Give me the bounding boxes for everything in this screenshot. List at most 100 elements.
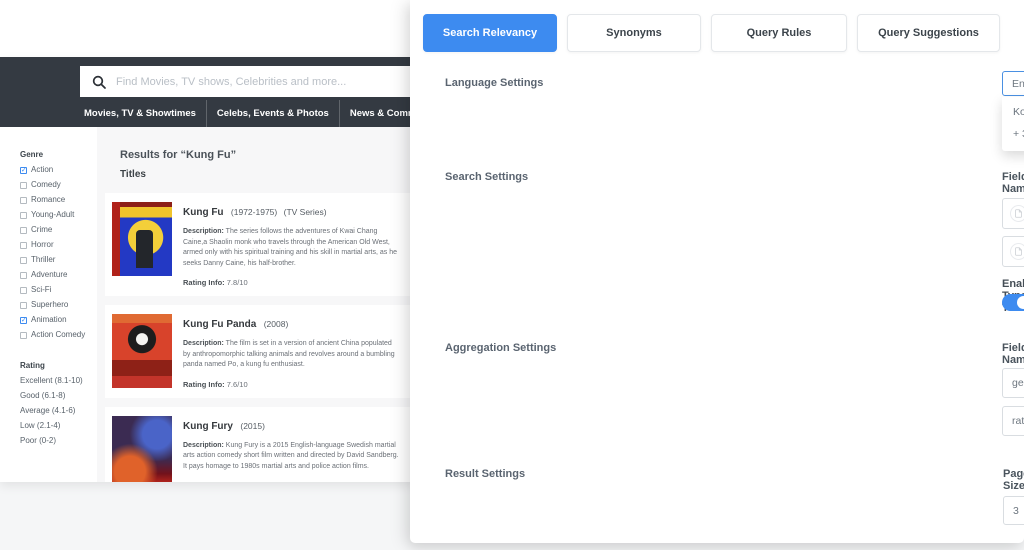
rating-filter-poor[interactable]: Poor (0-2) (20, 437, 97, 445)
language-option-more[interactable]: + 38 other languages (1002, 123, 1024, 145)
kung-fu-1972-poster (112, 202, 172, 276)
movie-type: (TV Series) (283, 207, 327, 217)
rating-filter-low[interactable]: Low (2.1-4) (20, 422, 97, 430)
rating-filter-excellent[interactable]: Excellent (8.1-10) (20, 377, 97, 385)
rating-value: 8.3/10 (227, 481, 248, 482)
checkbox-icon[interactable] (20, 181, 27, 189)
search-settings-label: Search Settings (445, 171, 529, 183)
genre-filter-crime[interactable]: Crime (20, 226, 97, 234)
result-card-kung-fu-panda[interactable]: Kung Fu Panda (2008) Description: The fi… (105, 305, 414, 398)
checkbox-icon[interactable] (20, 271, 27, 279)
nav-celebs-events-photos[interactable]: Celebs, Events & Photos (205, 100, 339, 127)
genre-filter-horror[interactable]: Horror (20, 241, 97, 249)
document-icon (1010, 205, 1024, 222)
nav-news-community[interactable]: News & Community (338, 100, 414, 127)
facet-label: Thriller (31, 255, 56, 264)
checkbox-icon[interactable] (20, 226, 27, 234)
card-body: Kung Fu (1972-1975) (TV Series) Descript… (183, 202, 401, 287)
card-title-row: Kung Fu (1972-1975) (TV Series) (183, 207, 401, 218)
genre-facet-title: Genre (20, 150, 44, 159)
language-settings-label: Language Settings (445, 77, 544, 89)
movie-search-input[interactable] (116, 75, 411, 88)
facet-label: Superhero (31, 300, 69, 309)
language-input[interactable] (1002, 71, 1024, 96)
movie-description: Description: The film is set in a versio… (183, 339, 401, 371)
genre-filter-romance[interactable]: Romance (20, 196, 97, 204)
facet-sidebar: Genre Action Comedy Romance Young-Adult … (0, 127, 97, 482)
facet-label: Adventure (31, 270, 68, 279)
language-dropdown: Korean + 38 other languages (1002, 97, 1024, 151)
checkbox-icon[interactable] (20, 241, 27, 249)
kung-fury-poster (112, 415, 172, 482)
facet-label: Horror (31, 240, 54, 249)
movie-rating: Rating Info: 7.6/10 (183, 380, 401, 389)
facet-label: Comedy (31, 180, 61, 189)
genre-filter-young-adult[interactable]: Young-Adult (20, 211, 97, 219)
app-header: Movies, TV & Showtimes Celebs, Events & … (0, 57, 414, 127)
genre-filter-superhero[interactable]: Superhero (20, 301, 97, 309)
nav-movies-tv-showtimes[interactable]: Movies, TV & Showtimes (74, 100, 206, 127)
card-body: Kung Fu Panda (2008) Description: The fi… (183, 314, 401, 389)
result-card-kung-fury[interactable]: Kung Fury (2015) Description: Kung Fury … (105, 406, 414, 482)
rating-value: 7.8/10 (226, 278, 248, 287)
tab-search-relevancy[interactable]: Search Relevancy (423, 14, 557, 52)
checkbox-icon[interactable] (20, 166, 27, 174)
description-label: Description: (183, 441, 224, 449)
rating-facet: Rating Excellent (8.1-10) Good (6.1-8) A… (20, 361, 97, 445)
document-icon (1010, 243, 1024, 260)
app-body: Genre Action Comedy Romance Young-Adult … (0, 127, 414, 482)
movie-search-bar[interactable] (80, 66, 414, 97)
screen: Movies, TV & Showtimes Celebs, Events & … (0, 0, 1024, 550)
movie-rating: Rating Info: 7.8/10 (183, 278, 401, 287)
page-size-input[interactable] (1003, 496, 1024, 525)
results-subheading: Titles (120, 169, 146, 180)
facet-label: Action Comedy (31, 330, 86, 339)
checkbox-icon[interactable] (20, 196, 27, 204)
movie-search-app: Movies, TV & Showtimes Celebs, Events & … (0, 57, 414, 482)
rating-filter-average[interactable]: Average (4.1-6) (20, 407, 97, 415)
language-option-korean[interactable]: Korean (1002, 101, 1024, 123)
description-label: Description: (183, 228, 224, 235)
rating-filter-good[interactable]: Good (6.1-8) (20, 392, 97, 400)
checkbox-icon[interactable] (20, 211, 27, 219)
checkbox-icon[interactable] (20, 316, 27, 324)
movie-year: (2008) (263, 319, 289, 329)
genre-filter-sci-fi[interactable]: Sci-Fi (20, 286, 97, 294)
results-panel: Results for “Kung Fu” Titles Kung Fu (19… (97, 127, 414, 482)
page-size-header: Page Size (1003, 468, 1024, 492)
config-tabs: Search Relevancy Synonyms Query Rules Qu… (423, 14, 1000, 52)
result-card-kung-fu[interactable]: Kung Fu (1972-1975) (TV Series) Descript… (105, 193, 414, 296)
field-name-header: Field Name (1002, 171, 1024, 195)
facet-label: Action (31, 165, 54, 174)
agg-field-input-rating[interactable] (1002, 406, 1024, 436)
checkbox-icon[interactable] (20, 301, 27, 309)
tab-query-suggestions[interactable]: Query Suggestions (857, 14, 1000, 52)
card-title-row: Kung Fu Panda (2008) (183, 319, 401, 330)
movie-title: Kung Fury (183, 420, 233, 432)
genre-filter-animation[interactable]: Animation (20, 316, 97, 324)
checkbox-icon[interactable] (20, 256, 27, 264)
checkbox-icon[interactable] (20, 331, 27, 339)
rating-info-label: Rating Info: (183, 278, 225, 287)
left-top-spacer (0, 0, 414, 57)
typo-tolerance-toggle[interactable] (1002, 294, 1024, 311)
agg-field-input-genre[interactable] (1002, 368, 1024, 398)
rating-info-label: Rating Info: (183, 481, 225, 482)
tab-synonyms[interactable]: Synonyms (567, 14, 701, 52)
card-title-row: Kung Fury (2015) (183, 421, 401, 432)
result-settings-label: Result Settings (445, 468, 526, 480)
genre-filter-comedy[interactable]: Comedy (20, 181, 97, 189)
aggregation-settings-label: Aggregation Settings (445, 342, 557, 354)
genre-filter-action-comedy[interactable]: Action Comedy (20, 331, 97, 339)
rating-facet-title: Rating (20, 361, 45, 370)
tab-query-rules[interactable]: Query Rules (711, 14, 847, 52)
genre-filter-thriller[interactable]: Thriller (20, 256, 97, 264)
movie-year: (1972-1975) (230, 207, 278, 217)
description-label: Description: (183, 340, 224, 347)
rating-value: 7.6/10 (226, 379, 248, 389)
checkbox-icon[interactable] (20, 286, 27, 294)
movie-description: Description: Kung Fury is a 2015 English… (183, 441, 401, 473)
genre-filter-action[interactable]: Action (20, 166, 97, 174)
facet-label: Crime (31, 225, 53, 234)
genre-filter-adventure[interactable]: Adventure (20, 271, 97, 279)
